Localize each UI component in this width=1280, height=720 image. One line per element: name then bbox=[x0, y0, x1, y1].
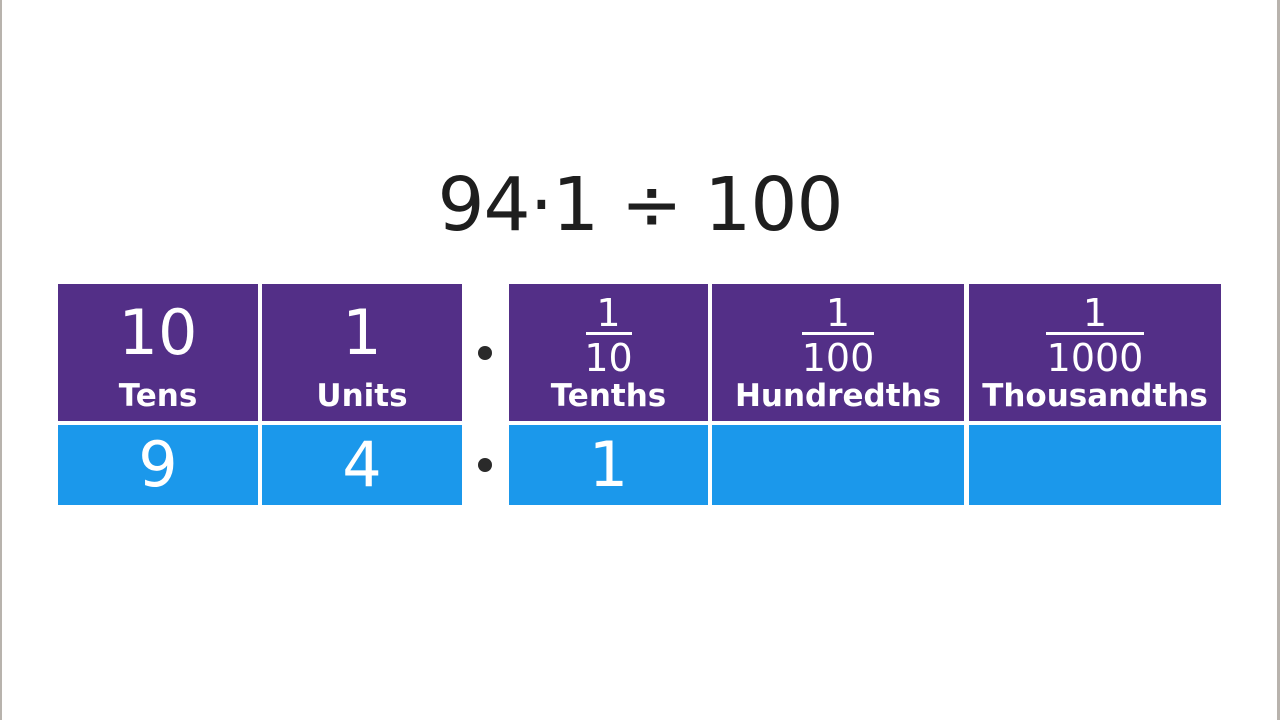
division-expression: 94·1 ÷ 100 bbox=[437, 162, 843, 248]
place-value: 1 bbox=[342, 296, 382, 369]
fraction-numerator: 1 bbox=[1082, 291, 1108, 335]
header-hundredths: 1 100 Hundredths bbox=[712, 284, 964, 421]
place-label: Hundredths bbox=[734, 378, 942, 414]
header-tens: 10 Tens bbox=[58, 284, 258, 421]
fraction-numerator: 1 bbox=[596, 291, 621, 335]
header-units: 1 Units bbox=[262, 284, 462, 421]
left-border bbox=[0, 0, 2, 720]
digit-value: 1 bbox=[588, 428, 629, 501]
decimal-point-digits bbox=[478, 458, 492, 472]
place-label: Units bbox=[316, 378, 408, 414]
fraction-bar bbox=[802, 332, 874, 335]
digit-hundredths bbox=[712, 425, 964, 505]
digit-thousandths bbox=[969, 425, 1221, 505]
fraction-numerator: 1 bbox=[825, 291, 851, 335]
place-label: Tens bbox=[118, 378, 198, 414]
place-value: 10 bbox=[118, 296, 198, 369]
place-label: Thousandths bbox=[982, 378, 1208, 414]
digit-units: 4 bbox=[262, 425, 462, 505]
digit-tens: 9 bbox=[58, 425, 258, 505]
decimal-point-header bbox=[478, 346, 492, 360]
fraction-denominator: 10 bbox=[584, 336, 633, 380]
place-label: Tenths bbox=[550, 378, 667, 414]
digit-tenths: 1 bbox=[509, 425, 708, 505]
digit-value: 9 bbox=[138, 428, 178, 501]
fraction-denominator: 100 bbox=[801, 336, 875, 380]
header-thousandths: 1 1000 Thousandths bbox=[969, 284, 1221, 421]
header-tenths: 1 10 Tenths bbox=[509, 284, 708, 421]
fraction-denominator: 1000 bbox=[1046, 336, 1144, 380]
digit-value: 4 bbox=[342, 428, 382, 501]
fraction-bar bbox=[1046, 332, 1144, 335]
fraction-bar bbox=[585, 332, 632, 335]
